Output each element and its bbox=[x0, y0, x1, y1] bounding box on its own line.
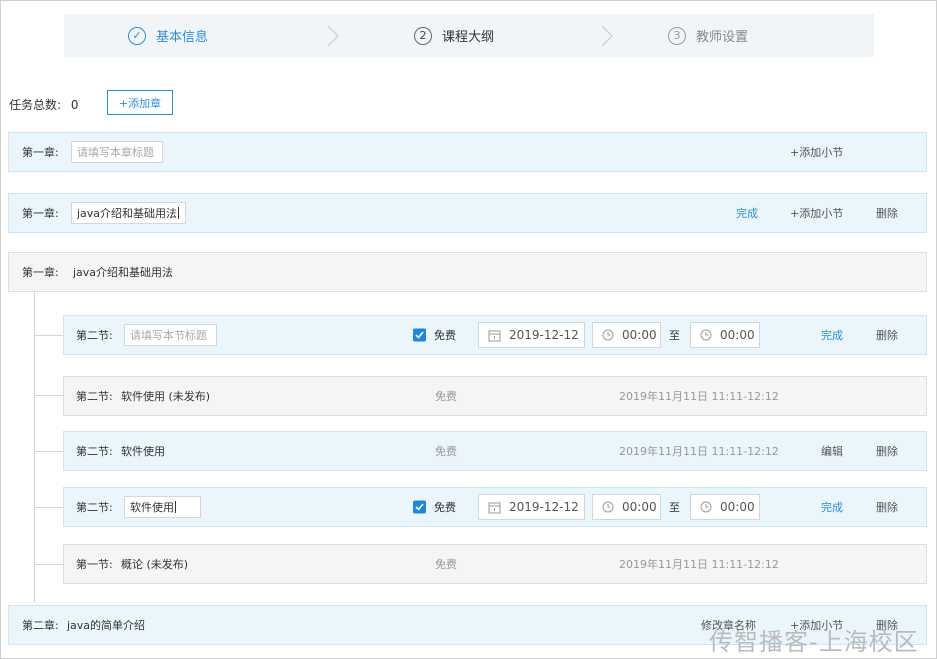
chapter-title: java的简单介绍 bbox=[67, 619, 146, 632]
delete-button[interactable]: 删除 bbox=[876, 443, 898, 459]
to-label: 至 bbox=[669, 501, 680, 514]
start-time-picker[interactable]: 00:00 bbox=[592, 494, 661, 520]
date-picker[interactable]: 2019-12-12 bbox=[478, 322, 585, 348]
step-course-outline[interactable]: 2 课程大纲 bbox=[414, 14, 494, 57]
chapter-row: 第一章: 请填写本章标题 +添加小节 bbox=[8, 132, 927, 172]
delete-button[interactable]: 删除 bbox=[876, 499, 898, 515]
section-label: 第二节: bbox=[76, 329, 113, 342]
section-label: 第二节: bbox=[76, 390, 113, 403]
step-teacher-settings[interactable]: 3 教师设置 bbox=[668, 14, 748, 57]
delete-button[interactable]: 删除 bbox=[876, 327, 898, 343]
free-checkbox[interactable] bbox=[413, 328, 426, 342]
watermark-text: 传智播客-上海校区 bbox=[709, 628, 919, 656]
task-count-value: 0 bbox=[70, 98, 79, 112]
end-time-value: 00:00 bbox=[720, 328, 755, 342]
edit-button[interactable]: 编辑 bbox=[821, 443, 843, 459]
text-cursor bbox=[178, 207, 180, 219]
section-row: 第二节: 软件使用 免费 2019-12-12 00:00 至 00:00 完成… bbox=[63, 487, 927, 527]
section-label: 第二节: bbox=[76, 445, 113, 458]
add-section-button[interactable]: +添加小节 bbox=[790, 205, 843, 221]
section-row[interactable]: 第一节: 概论 (未发布) 免费 2019年11月11日 11:11-12:12 bbox=[63, 544, 927, 584]
chevron-right-icon bbox=[601, 25, 613, 47]
step-basic-info[interactable]: ✓ 基本信息 bbox=[128, 14, 208, 57]
date-picker[interactable]: 2019-12-12 bbox=[478, 494, 585, 520]
task-count: 任务总数: 0 bbox=[9, 96, 79, 113]
clock-icon bbox=[602, 329, 614, 341]
date-value: 2019-12-12 bbox=[509, 328, 579, 342]
start-time-value: 00:00 bbox=[622, 500, 657, 514]
step-label: 教师设置 bbox=[696, 30, 749, 45]
free-label: 免费 bbox=[435, 558, 457, 571]
clock-icon bbox=[700, 501, 712, 513]
tree-line bbox=[34, 292, 35, 602]
chapter-row: 第一章: java介绍和基础用法 完成 +添加小节 删除 bbox=[8, 193, 927, 233]
chapter-label: 第一章: bbox=[22, 146, 59, 159]
section-label: 第一节: bbox=[76, 558, 113, 571]
tree-branch bbox=[34, 451, 63, 452]
free-label: 免费 bbox=[435, 390, 457, 403]
input-value: 软件使用 bbox=[130, 501, 174, 514]
tree-branch bbox=[34, 395, 63, 396]
check-icon bbox=[415, 503, 424, 511]
chapter-title: java介绍和基础用法 bbox=[73, 266, 174, 279]
free-label: 免费 bbox=[435, 445, 457, 458]
step-progress-bar: ✓ 基本信息 2 课程大纲 3 教师设置 bbox=[64, 14, 874, 57]
section-time: 2019年11月11日 11:11-12:12 bbox=[619, 558, 779, 571]
check-circle-icon: ✓ bbox=[128, 26, 146, 45]
chapter-title-input[interactable]: java介绍和基础用法 bbox=[71, 202, 186, 224]
chapter-header-row[interactable]: 第一章: java介绍和基础用法 bbox=[8, 252, 927, 292]
task-count-label: 任务总数: bbox=[9, 98, 62, 112]
end-time-picker[interactable]: 00:00 bbox=[690, 494, 760, 520]
clock-icon bbox=[700, 329, 712, 341]
section-title: 概论 (未发布) bbox=[121, 558, 189, 571]
add-section-button[interactable]: +添加小节 bbox=[790, 144, 843, 160]
input-value: java介绍和基础用法 bbox=[77, 207, 178, 220]
tree-branch bbox=[34, 564, 63, 565]
section-title-input[interactable]: 请填写本节标题 bbox=[124, 324, 217, 346]
tree-branch bbox=[34, 335, 63, 336]
free-label: 免费 bbox=[434, 501, 456, 514]
calendar-icon bbox=[488, 330, 501, 341]
chapter-label: 第一章: bbox=[22, 207, 59, 220]
tree-branch bbox=[34, 507, 63, 508]
chapter-label: 第二章: bbox=[22, 619, 59, 632]
free-label: 免费 bbox=[434, 329, 456, 342]
end-time-value: 00:00 bbox=[720, 500, 755, 514]
done-button[interactable]: 完成 bbox=[821, 499, 843, 515]
section-label: 第二节: bbox=[76, 501, 113, 514]
chevron-right-icon bbox=[327, 25, 339, 47]
section-row[interactable]: 第二节: 软件使用 (未发布) 免费 2019年11月11日 11:11-12:… bbox=[63, 376, 927, 416]
text-cursor bbox=[175, 501, 176, 513]
to-label: 至 bbox=[669, 329, 680, 342]
section-time: 2019年11月11日 11:11-12:12 bbox=[619, 445, 779, 458]
section-title-input[interactable]: 软件使用 bbox=[124, 496, 201, 518]
clock-icon bbox=[602, 501, 614, 513]
done-button[interactable]: 完成 bbox=[821, 327, 843, 343]
section-row: 第二节: 请填写本节标题 免费 2019-12-12 00:00 至 00:00… bbox=[63, 315, 927, 355]
chapter-label: 第一章: bbox=[22, 266, 59, 279]
done-button[interactable]: 完成 bbox=[736, 205, 758, 221]
section-title: 软件使用 bbox=[121, 445, 165, 458]
free-checkbox[interactable] bbox=[413, 500, 426, 514]
section-row[interactable]: 第二节: 软件使用 免费 2019年11月11日 11:11-12:12 编辑 … bbox=[63, 431, 927, 471]
end-time-picker[interactable]: 00:00 bbox=[690, 322, 760, 348]
start-time-picker[interactable]: 00:00 bbox=[592, 322, 661, 348]
section-time: 2019年11月11日 11:11-12:12 bbox=[619, 390, 779, 403]
calendar-icon bbox=[488, 502, 501, 513]
date-value: 2019-12-12 bbox=[509, 500, 579, 514]
step-label: 基本信息 bbox=[156, 30, 209, 45]
delete-button[interactable]: 删除 bbox=[876, 205, 898, 221]
chapter-title-input[interactable]: 请填写本章标题 bbox=[71, 141, 163, 163]
step-number-icon: 2 bbox=[414, 26, 432, 45]
section-title: 软件使用 (未发布) bbox=[121, 390, 211, 403]
add-chapter-button[interactable]: +添加章 bbox=[107, 90, 173, 115]
start-time-value: 00:00 bbox=[622, 328, 657, 342]
step-label: 课程大纲 bbox=[442, 30, 495, 45]
step-number-icon: 3 bbox=[668, 26, 686, 45]
check-icon bbox=[415, 331, 424, 339]
